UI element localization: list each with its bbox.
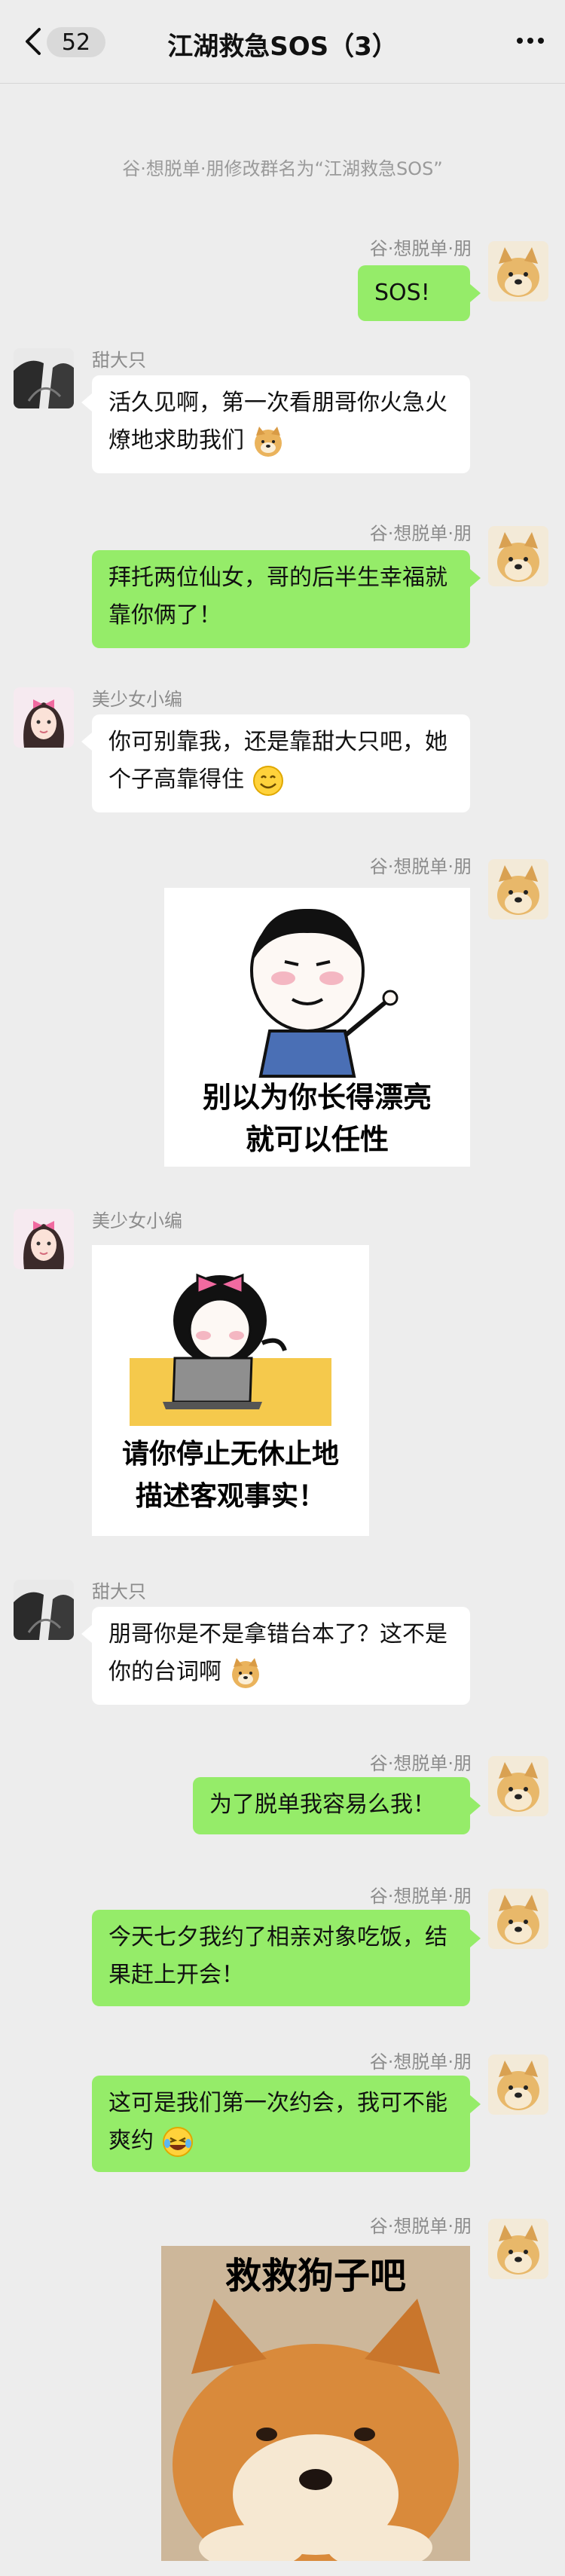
message-text: 拜托两位仙女，哥的后半生幸福就靠你俩了！ xyxy=(108,564,447,629)
avatar-doge[interactable] xyxy=(488,1889,548,1949)
bubble-tail xyxy=(81,393,92,411)
avatar-doge[interactable] xyxy=(488,859,548,919)
sender-name: 甜大只 xyxy=(92,350,146,371)
message-bubble-me[interactable]: 今天七夕我约了相亲对象吃饭，结果赶上开会！ xyxy=(92,1910,470,2006)
chat-title: 江湖救急SOS（3） xyxy=(167,32,398,62)
avatar-doge[interactable] xyxy=(488,241,548,301)
avatar-tian[interactable] xyxy=(14,348,74,408)
sender-name: 谷·想脱单·朋 xyxy=(369,2051,472,2073)
bubble-tail xyxy=(470,1929,481,1947)
doge-emoji-icon xyxy=(254,426,282,457)
sender-name: 谷·想脱单·朋 xyxy=(369,1753,472,1774)
avatar-doge[interactable] xyxy=(488,2219,548,2279)
avatar-doge[interactable] xyxy=(488,2054,548,2115)
message-bubble-other[interactable]: 你可别靠我，还是靠甜大只吧，她个子高靠得住 xyxy=(92,714,470,812)
message-bubble-me[interactable]: SOS! xyxy=(358,265,470,321)
message-bubble-me[interactable]: 这可是我们第一次约会，我可不能爽约 xyxy=(92,2076,470,2172)
chat-header: 52 江湖救急SOS（3） xyxy=(0,0,565,84)
message-text: SOS! xyxy=(374,280,430,306)
message-text: 这可是我们第一次约会，我可不能爽约 xyxy=(108,2090,447,2154)
message-bubble-me[interactable]: 为了脱单我容易么我！ xyxy=(193,1777,470,1834)
sender-name: 谷·想脱单·朋 xyxy=(369,2216,472,2237)
bubble-tail xyxy=(470,284,481,302)
sender-name: 美少女小编 xyxy=(92,689,182,710)
sender-name: 谷·想脱单·朋 xyxy=(369,1886,472,1907)
sticker-caption: 请你停止无休止地 描述客观事实！ xyxy=(121,1439,339,1512)
message-bubble-other[interactable]: 朋哥你是不是拿错台本了？这不是你的台词啊 xyxy=(92,1607,470,1705)
sticker-cartoon-boy xyxy=(250,908,399,1078)
smile-emoji-icon xyxy=(252,765,283,796)
sender-name: 谷·想脱单·朋 xyxy=(369,523,472,544)
avatar-mei[interactable] xyxy=(14,687,74,748)
message-bubble-me[interactable]: 拜托两位仙女，哥的后半生幸福就靠你俩了！ xyxy=(92,550,470,648)
sticker-image[interactable]: 请你停止无休止地 描述客观事实！ xyxy=(92,1245,369,1536)
sticker-caption: 别以为你长得漂亮 就可以任性 xyxy=(202,1081,432,1156)
bubble-tail xyxy=(81,1625,92,1643)
sender-name: 谷·想脱单·朋 xyxy=(369,856,472,877)
avatar-doge[interactable] xyxy=(488,526,548,586)
more-dots-icon[interactable] xyxy=(515,35,545,47)
bubble-tail xyxy=(470,1797,481,1815)
avatar-mei[interactable] xyxy=(14,1209,74,1269)
message-text: 为了脱单我容易么我！ xyxy=(209,1791,435,1818)
bubble-tail xyxy=(470,2095,481,2113)
message-text: 今天七夕我约了相亲对象吃饭，结果赶上开会！ xyxy=(108,1924,447,1988)
sticker-image[interactable]: 别以为你长得漂亮 就可以任性 xyxy=(164,888,470,1167)
avatar-tian[interactable] xyxy=(14,1580,74,1640)
bubble-tail xyxy=(470,569,481,587)
message-bubble-other[interactable]: 活久见啊，第一次看朋哥你火急火燎地求助我们 xyxy=(92,375,470,473)
avatar-doge[interactable] xyxy=(488,1756,548,1816)
doge-emoji-icon xyxy=(231,1657,259,1688)
sticker-cartoon-girl xyxy=(130,1273,331,1426)
message-text: 朋哥你是不是拿错台本了？这不是你的台词啊 xyxy=(108,1621,447,1685)
bubble-tail xyxy=(81,733,92,751)
sticker-image[interactable]: 救救狗子吧 xyxy=(161,2246,470,2561)
system-rename-notice: 谷·想脱单·朋修改群名为“江湖救急SOS” xyxy=(122,158,443,179)
sticker-caption: 救救狗子吧 xyxy=(224,2255,406,2297)
sender-name: 甜大只 xyxy=(92,1581,146,1602)
laughing-tears-emoji-icon xyxy=(162,2126,193,2157)
sender-name: 美少女小编 xyxy=(92,1210,182,1231)
sender-name: 谷·想脱单·朋 xyxy=(369,238,472,259)
